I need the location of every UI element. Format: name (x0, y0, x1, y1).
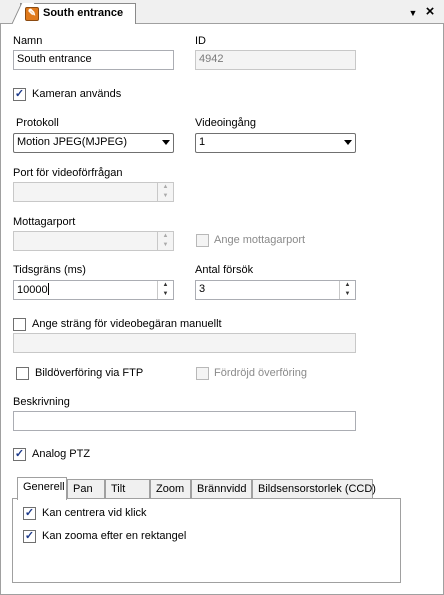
document-tab-label: South entrance (43, 7, 124, 19)
timeout-value: 10000 (17, 284, 48, 296)
camera-used-label: Kameran används (32, 88, 122, 100)
tab-menu-dropdown-icon[interactable]: ▼ (406, 6, 420, 20)
retries-value: 3 (199, 283, 206, 295)
tab-zoom[interactable]: Zoom (150, 479, 191, 499)
description-input[interactable] (13, 411, 356, 431)
close-icon[interactable]: × (423, 4, 437, 19)
delayed-transfer-checkbox (196, 367, 209, 380)
camera-edit-icon: ✎ (25, 7, 39, 21)
spin-down-icon: ▼ (162, 193, 169, 199)
chevron-down-icon (162, 140, 170, 145)
ftp-transfer-label: Bildöverföring via FTP (35, 367, 144, 379)
tab-brannvidd[interactable]: Brännvidd (191, 479, 252, 499)
video-port-label: Port för videoförfrågan (13, 167, 123, 179)
can-center-label: Kan centrera vid klick (42, 507, 147, 519)
name-label: Namn (13, 35, 43, 47)
retries-label: Antal försök (195, 264, 254, 276)
set-receiver-port-label: Ange mottagarport (214, 234, 306, 246)
delayed-transfer-label: Fördröjd överföring (214, 367, 307, 379)
video-port-spinner: ▲ ▼ (157, 183, 173, 201)
timeout-input[interactable]: 10000 ▲ ▼ (13, 280, 174, 300)
spin-down-icon[interactable]: ▼ (340, 290, 355, 299)
video-port-input: ▲ ▼ (13, 182, 174, 202)
protocol-select[interactable]: Motion JPEG(MJPEG) (13, 133, 174, 153)
chevron-down-icon (344, 140, 352, 145)
receiver-port-input: ▲ ▼ (13, 231, 174, 251)
spin-up-icon: ▲ (162, 184, 169, 190)
manual-string-checkbox[interactable] (13, 318, 26, 331)
manual-string-input (13, 333, 356, 353)
tab-tilt[interactable]: Tilt (105, 479, 150, 499)
ftp-transfer-checkbox[interactable] (16, 367, 29, 380)
description-label: Beskrivning (13, 396, 70, 408)
manual-string-label: Ange sträng för videobegäran manuellt (32, 318, 222, 330)
id-field: 4942 (195, 50, 356, 70)
retries-spinner[interactable]: ▲ ▼ (339, 281, 355, 299)
analog-ptz-label: Analog PTZ (32, 448, 91, 460)
spin-up-icon: ▲ (162, 233, 169, 239)
tab-generell[interactable]: Generell (17, 477, 67, 500)
name-input[interactable]: South entrance (13, 50, 174, 70)
document-tab-south-entrance[interactable]: ✎ South entrance (20, 3, 136, 25)
spin-up-icon[interactable]: ▲ (340, 281, 355, 290)
text-cursor (47, 283, 49, 295)
id-label: ID (195, 35, 206, 47)
camera-used-checkbox[interactable]: ✓ (13, 88, 26, 101)
receiver-port-spinner: ▲ ▼ (157, 232, 173, 250)
timeout-label: Tidsgräns (ms) (13, 264, 86, 276)
spin-up-icon[interactable]: ▲ (158, 281, 173, 290)
can-center-checkbox[interactable]: ✓ (23, 507, 36, 520)
document-tab-strip: ✎ South entrance ▼ × (0, 0, 444, 25)
tab-bildsensorstorlek[interactable]: Bildsensorstorlek (CCD) (252, 479, 376, 499)
protocol-select-value: Motion JPEG(MJPEG) (17, 136, 128, 148)
video-input-select[interactable]: 1 (195, 133, 356, 153)
video-input-select-value: 1 (199, 136, 206, 148)
protocol-label: Protokoll (16, 117, 59, 129)
video-input-label: Videoingång (195, 117, 256, 129)
tab-pan[interactable]: Pan (67, 479, 105, 499)
analog-ptz-checkbox[interactable]: ✓ (13, 448, 26, 461)
spin-down-icon[interactable]: ▼ (158, 290, 173, 299)
timeout-spinner[interactable]: ▲ ▼ (157, 281, 173, 299)
spin-down-icon: ▼ (162, 242, 169, 248)
can-zoom-rect-checkbox[interactable]: ✓ (23, 530, 36, 543)
set-receiver-port-checkbox (196, 234, 209, 247)
receiver-port-label: Mottagarport (13, 216, 76, 228)
retries-input[interactable]: 3 ▲ ▼ (195, 280, 356, 300)
can-zoom-rect-label: Kan zooma efter en rektangel (42, 530, 187, 542)
